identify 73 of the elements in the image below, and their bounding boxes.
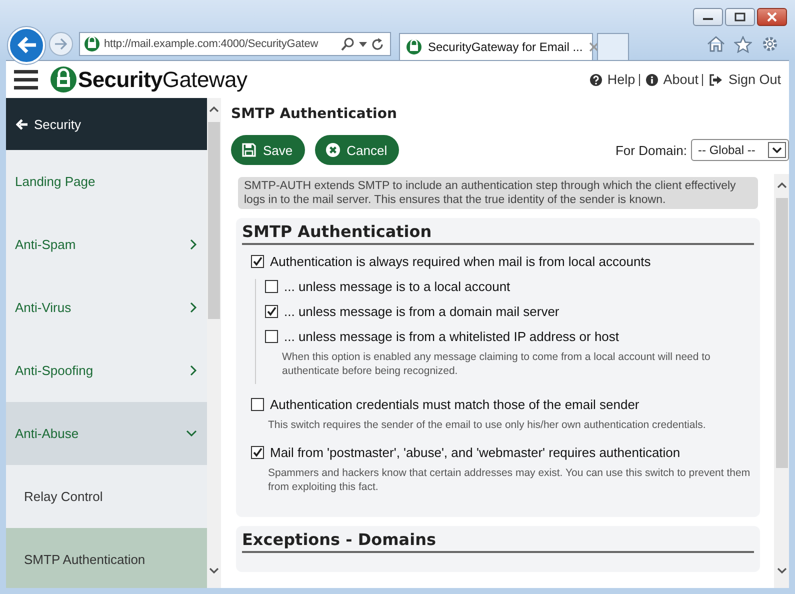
cancel-button[interactable]: Cancel	[314, 135, 400, 165]
star-icon[interactable]	[734, 36, 752, 52]
back-link[interactable]: Security	[6, 98, 207, 150]
page-title: SMTP Authentication	[230, 105, 398, 124]
forward-arrow-icon	[54, 38, 68, 50]
shield-icon	[84, 36, 100, 52]
caret-icon[interactable]	[359, 42, 367, 46]
scroll-down-icon[interactable]	[209, 568, 219, 574]
close-icon	[766, 12, 778, 22]
header-link[interactable]: About	[646, 72, 698, 87]
option-description: When this option is enabled any message claiming to come from a local account will need to authenticate before being recognized.	[281, 350, 712, 378]
section-title: Exceptions - Domains	[242, 530, 754, 553]
checkbox[interactable]	[265, 305, 278, 318]
back-button[interactable]	[8, 26, 45, 64]
section-title: SMTP Authentication	[242, 222, 754, 245]
option-description: Spammers and hackers know that certain addresses may exist. You can use this switch to prevent them from exploiting this fact.	[267, 466, 752, 494]
refresh-icon[interactable]	[371, 38, 384, 50]
info-text: SMTP-AUTH extends SMTP to include an authentication step through which the client effectively logs in to the mail server. This ensures that the true identity of the sender is known.	[238, 177, 758, 209]
option-label: ... unless message is from a domain mail server	[284, 304, 560, 319]
option-label: ... unless message is to a local account	[284, 279, 510, 294]
close-button[interactable]	[757, 8, 787, 26]
tab-title: SecurityGateway for Email ...	[428, 40, 583, 54]
sidebar-subitem[interactable]: SMTP Authentication	[6, 528, 207, 588]
checkbox[interactable]	[265, 330, 278, 343]
scrollbar-thumb[interactable]	[776, 198, 788, 468]
back-arrow-icon	[16, 118, 28, 130]
menu-icon[interactable]	[14, 70, 38, 90]
checkbox[interactable]	[251, 398, 264, 411]
cancel-icon	[326, 143, 340, 157]
option-label: Authentication is always required when mail is from local accounts	[270, 254, 651, 269]
scrollbar-thumb[interactable]	[208, 122, 220, 319]
minimize-button[interactable]	[693, 8, 723, 26]
sidebar-item[interactable]: Anti-Spam	[6, 213, 207, 276]
checkbox[interactable]	[251, 255, 264, 268]
maximize-icon	[734, 12, 746, 22]
header-link[interactable]: Help	[590, 72, 636, 87]
maximize-button[interactable]	[725, 8, 755, 26]
address-bar[interactable]: http://mail.example.com:4000/SecurityGatew	[79, 32, 391, 56]
chevron-right-icon	[190, 239, 197, 250]
domain-label: For Domain:	[615, 142, 687, 158]
sidebar-item[interactable]: Anti-Virus	[6, 276, 207, 339]
search-icon[interactable]	[341, 37, 355, 51]
option-label: Authentication credentials must match those of the email sender	[270, 397, 640, 412]
sidebar-subitem[interactable]: Relay Control	[6, 465, 207, 528]
chevron-right-icon	[190, 302, 197, 313]
sidebar-item[interactable]: Landing Page	[6, 150, 207, 213]
option-label: Mail from 'postmaster', 'abuse', and 'webmaster' requires authentication	[270, 445, 680, 460]
scroll-down-icon[interactable]	[776, 568, 786, 574]
option-description: This switch requires the sender of the email to use only his/her own authentication credentials.	[267, 418, 707, 432]
header-link[interactable]: Sign Out	[709, 72, 781, 87]
chevron-right-icon	[190, 365, 197, 376]
help-icon	[590, 74, 602, 86]
logo-icon	[50, 66, 77, 93]
domain-select[interactable]: -- Global --	[691, 139, 789, 161]
address-text: http://mail.example.com:4000/SecurityGatew	[104, 38, 320, 50]
back-arrow-icon	[16, 35, 38, 55]
sidebar-item[interactable]: Anti-Abuse	[6, 402, 207, 465]
chevron-down-icon	[772, 147, 782, 153]
home-icon[interactable]	[707, 36, 725, 52]
shield-icon	[406, 39, 422, 55]
close-icon[interactable]	[588, 42, 599, 52]
sign-out-icon	[709, 74, 724, 86]
checkbox[interactable]	[265, 280, 278, 293]
option-label: ... unless message is from a whitelisted IP address or host	[284, 329, 620, 344]
save-button[interactable]: Save	[231, 135, 305, 165]
logo-text: SecurityGateway	[78, 66, 248, 92]
chevron-down-icon	[186, 430, 197, 437]
scroll-up-icon[interactable]	[209, 106, 219, 112]
scroll-up-icon[interactable]	[776, 182, 786, 188]
settings-icon[interactable]	[761, 35, 779, 53]
checkbox[interactable]	[251, 446, 264, 459]
sidebar-item[interactable]: Anti-Spoofing	[6, 339, 207, 402]
info-icon	[646, 74, 658, 86]
